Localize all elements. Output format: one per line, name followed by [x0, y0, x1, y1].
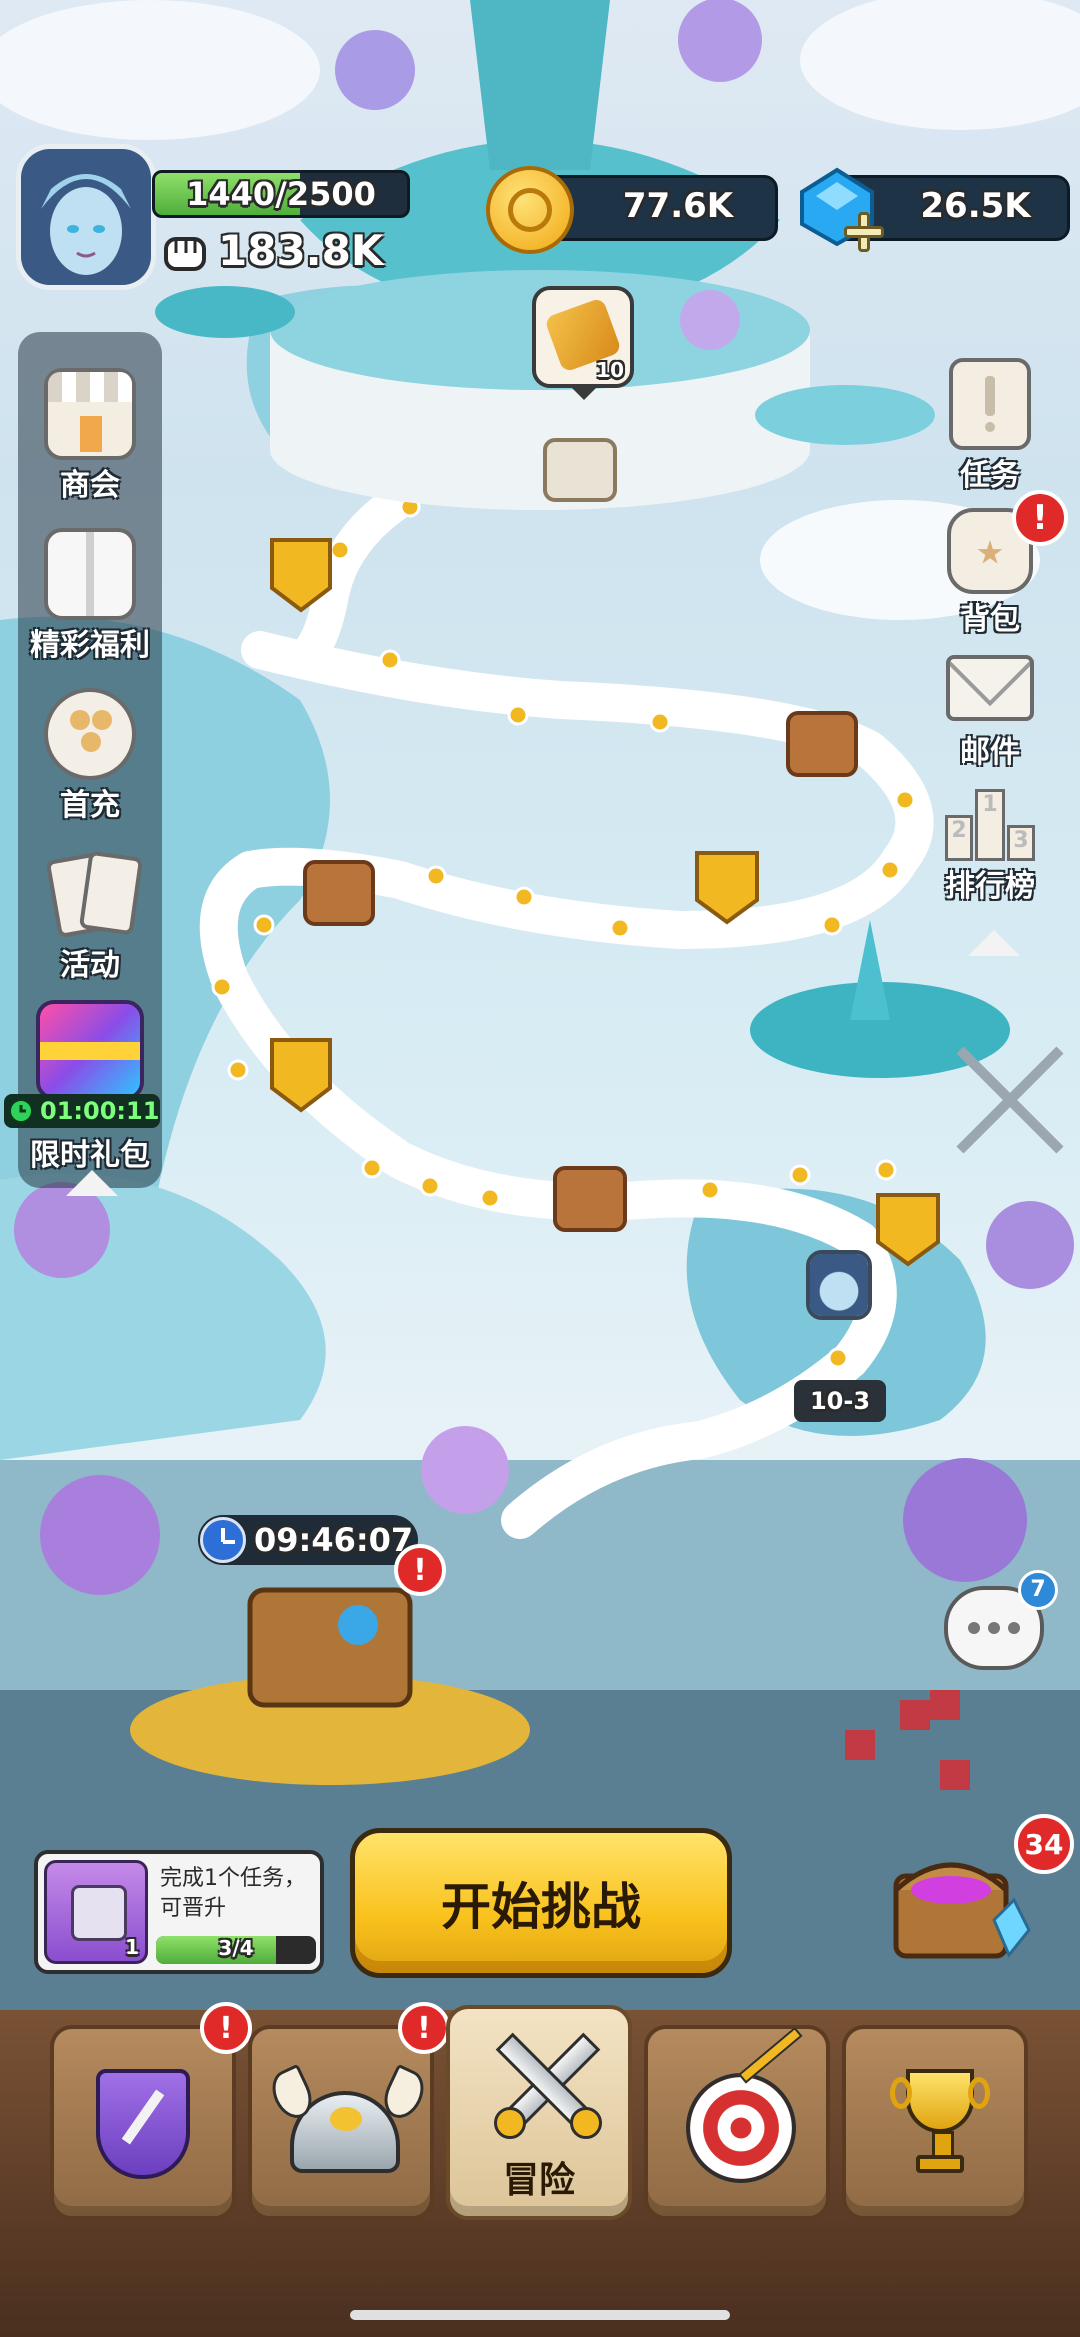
scroll-reward-button[interactable]: 10 — [532, 286, 634, 388]
chest-alert-badge: ! — [394, 1544, 446, 1596]
start-challenge-button[interactable]: 开始挑战 — [350, 1828, 732, 1978]
promotion-quest-card[interactable]: 1 完成1个任务，可晋升 3/4 — [34, 1850, 324, 1974]
leaderboard-label: 排行榜 — [945, 869, 1035, 904]
crossed-swords-icon — [484, 2027, 604, 2139]
first-recharge-label: 首充 — [60, 788, 120, 823]
idle-reward-chest[interactable] — [240, 1590, 420, 1720]
start-challenge-label: 开始挑战 — [441, 1878, 641, 1936]
gift-box-icon — [44, 528, 136, 620]
player-avatar[interactable] — [16, 144, 156, 290]
fist-icon — [164, 237, 206, 271]
power-display: 183.8K — [160, 222, 383, 278]
collapse-left-menu-button[interactable] — [66, 1170, 118, 1196]
clock-icon — [200, 1517, 246, 1563]
tab-rankings[interactable] — [842, 2025, 1028, 2220]
scroll-reward-count: 10 — [596, 358, 624, 382]
home-indicator — [350, 2310, 730, 2320]
shop-button[interactable]: 商会 — [20, 368, 160, 504]
treasure-count-badge: 34 — [1014, 1814, 1074, 1874]
stage-label: 10-3 — [794, 1380, 886, 1422]
shield-sword-icon — [96, 2069, 190, 2179]
tab-challenge[interactable] — [644, 2025, 830, 2220]
limited-gift-icon — [36, 1000, 144, 1100]
promotion-count: 1 — [125, 1935, 139, 1959]
stage-label-text: 10-3 — [809, 1387, 871, 1415]
mail-label: 邮件 — [960, 735, 1020, 770]
quest-label: 任务 — [960, 458, 1020, 493]
gold-value: 77.6K — [622, 186, 734, 226]
chat-unread-badge: 7 — [1018, 1570, 1058, 1610]
chat-icon — [968, 1622, 1020, 1634]
xp-bar: 1440/2500 — [152, 170, 410, 218]
target-icon — [686, 2073, 796, 2183]
gem-value: 26.5K — [920, 186, 1031, 226]
promotion-progress-bar: 3/4 — [156, 1936, 316, 1964]
limited-pack-label: 限时礼包 — [30, 1138, 150, 1173]
shop-label: 商会 — [60, 468, 120, 503]
quest-scroll-icon — [949, 358, 1031, 450]
power-value: 183.8K — [218, 225, 384, 275]
welfare-label: 精彩福利 — [30, 628, 150, 663]
tab-adventure[interactable]: 冒险 — [446, 2005, 632, 2220]
tab-adventure-label: 冒险 — [502, 2160, 575, 2201]
gold-coin-icon — [486, 166, 574, 254]
clock-icon — [9, 1099, 33, 1123]
welfare-button[interactable]: 精彩福利 — [20, 528, 160, 664]
chest-timer-text: 09:46:07 — [254, 1521, 414, 1559]
backpack-label: 背包 — [960, 602, 1020, 637]
scroll-reward-pointer — [568, 384, 600, 400]
tab-heroes-alert-badge: ! — [398, 2002, 450, 2054]
add-gem-icon[interactable] — [842, 210, 886, 254]
tab-guild-alert-badge: ! — [200, 2002, 252, 2054]
shop-icon — [44, 368, 136, 460]
coin-bag-icon — [44, 688, 136, 780]
mail-button[interactable]: 邮件 — [930, 655, 1050, 771]
player-marker-avatar — [810, 1254, 868, 1316]
promotion-progress-text: 3/4 — [218, 1936, 254, 1960]
event-label: 活动 — [60, 948, 120, 983]
first-recharge-button[interactable]: 首充 — [20, 688, 160, 824]
mail-icon — [946, 655, 1034, 721]
current-stage-marker[interactable] — [806, 1250, 872, 1320]
promotion-text: 完成1个任务，可晋升 — [160, 1866, 306, 1921]
promotion-icon: 1 — [44, 1860, 148, 1964]
event-button[interactable]: 活动 — [20, 848, 160, 984]
xp-text: 1440/2500 — [186, 175, 376, 213]
treasure-chest-button[interactable] — [884, 1830, 1034, 1970]
limited-pack-timer-text: 01:00:11 — [40, 1097, 160, 1125]
limited-pack-button[interactable] — [20, 1000, 160, 1100]
backpack-alert-badge: ! — [1012, 490, 1068, 546]
cards-icon — [44, 848, 144, 940]
treasure-chest-icon — [893, 1862, 1031, 1959]
tab-guild[interactable] — [50, 2025, 236, 2220]
tab-heroes[interactable] — [248, 2025, 434, 2220]
leaderboard-icon: 2 1 3 — [945, 785, 1035, 861]
quest-button[interactable]: 任务 — [930, 358, 1050, 494]
collapse-right-menu-button[interactable] — [968, 930, 1020, 956]
leaderboard-button[interactable]: 2 1 3 排行榜 — [930, 785, 1050, 905]
trophy-icon — [890, 2069, 990, 2189]
limited-pack-timer: 01:00:11 — [4, 1094, 160, 1128]
chest-timer: 09:46:07 — [198, 1515, 418, 1565]
